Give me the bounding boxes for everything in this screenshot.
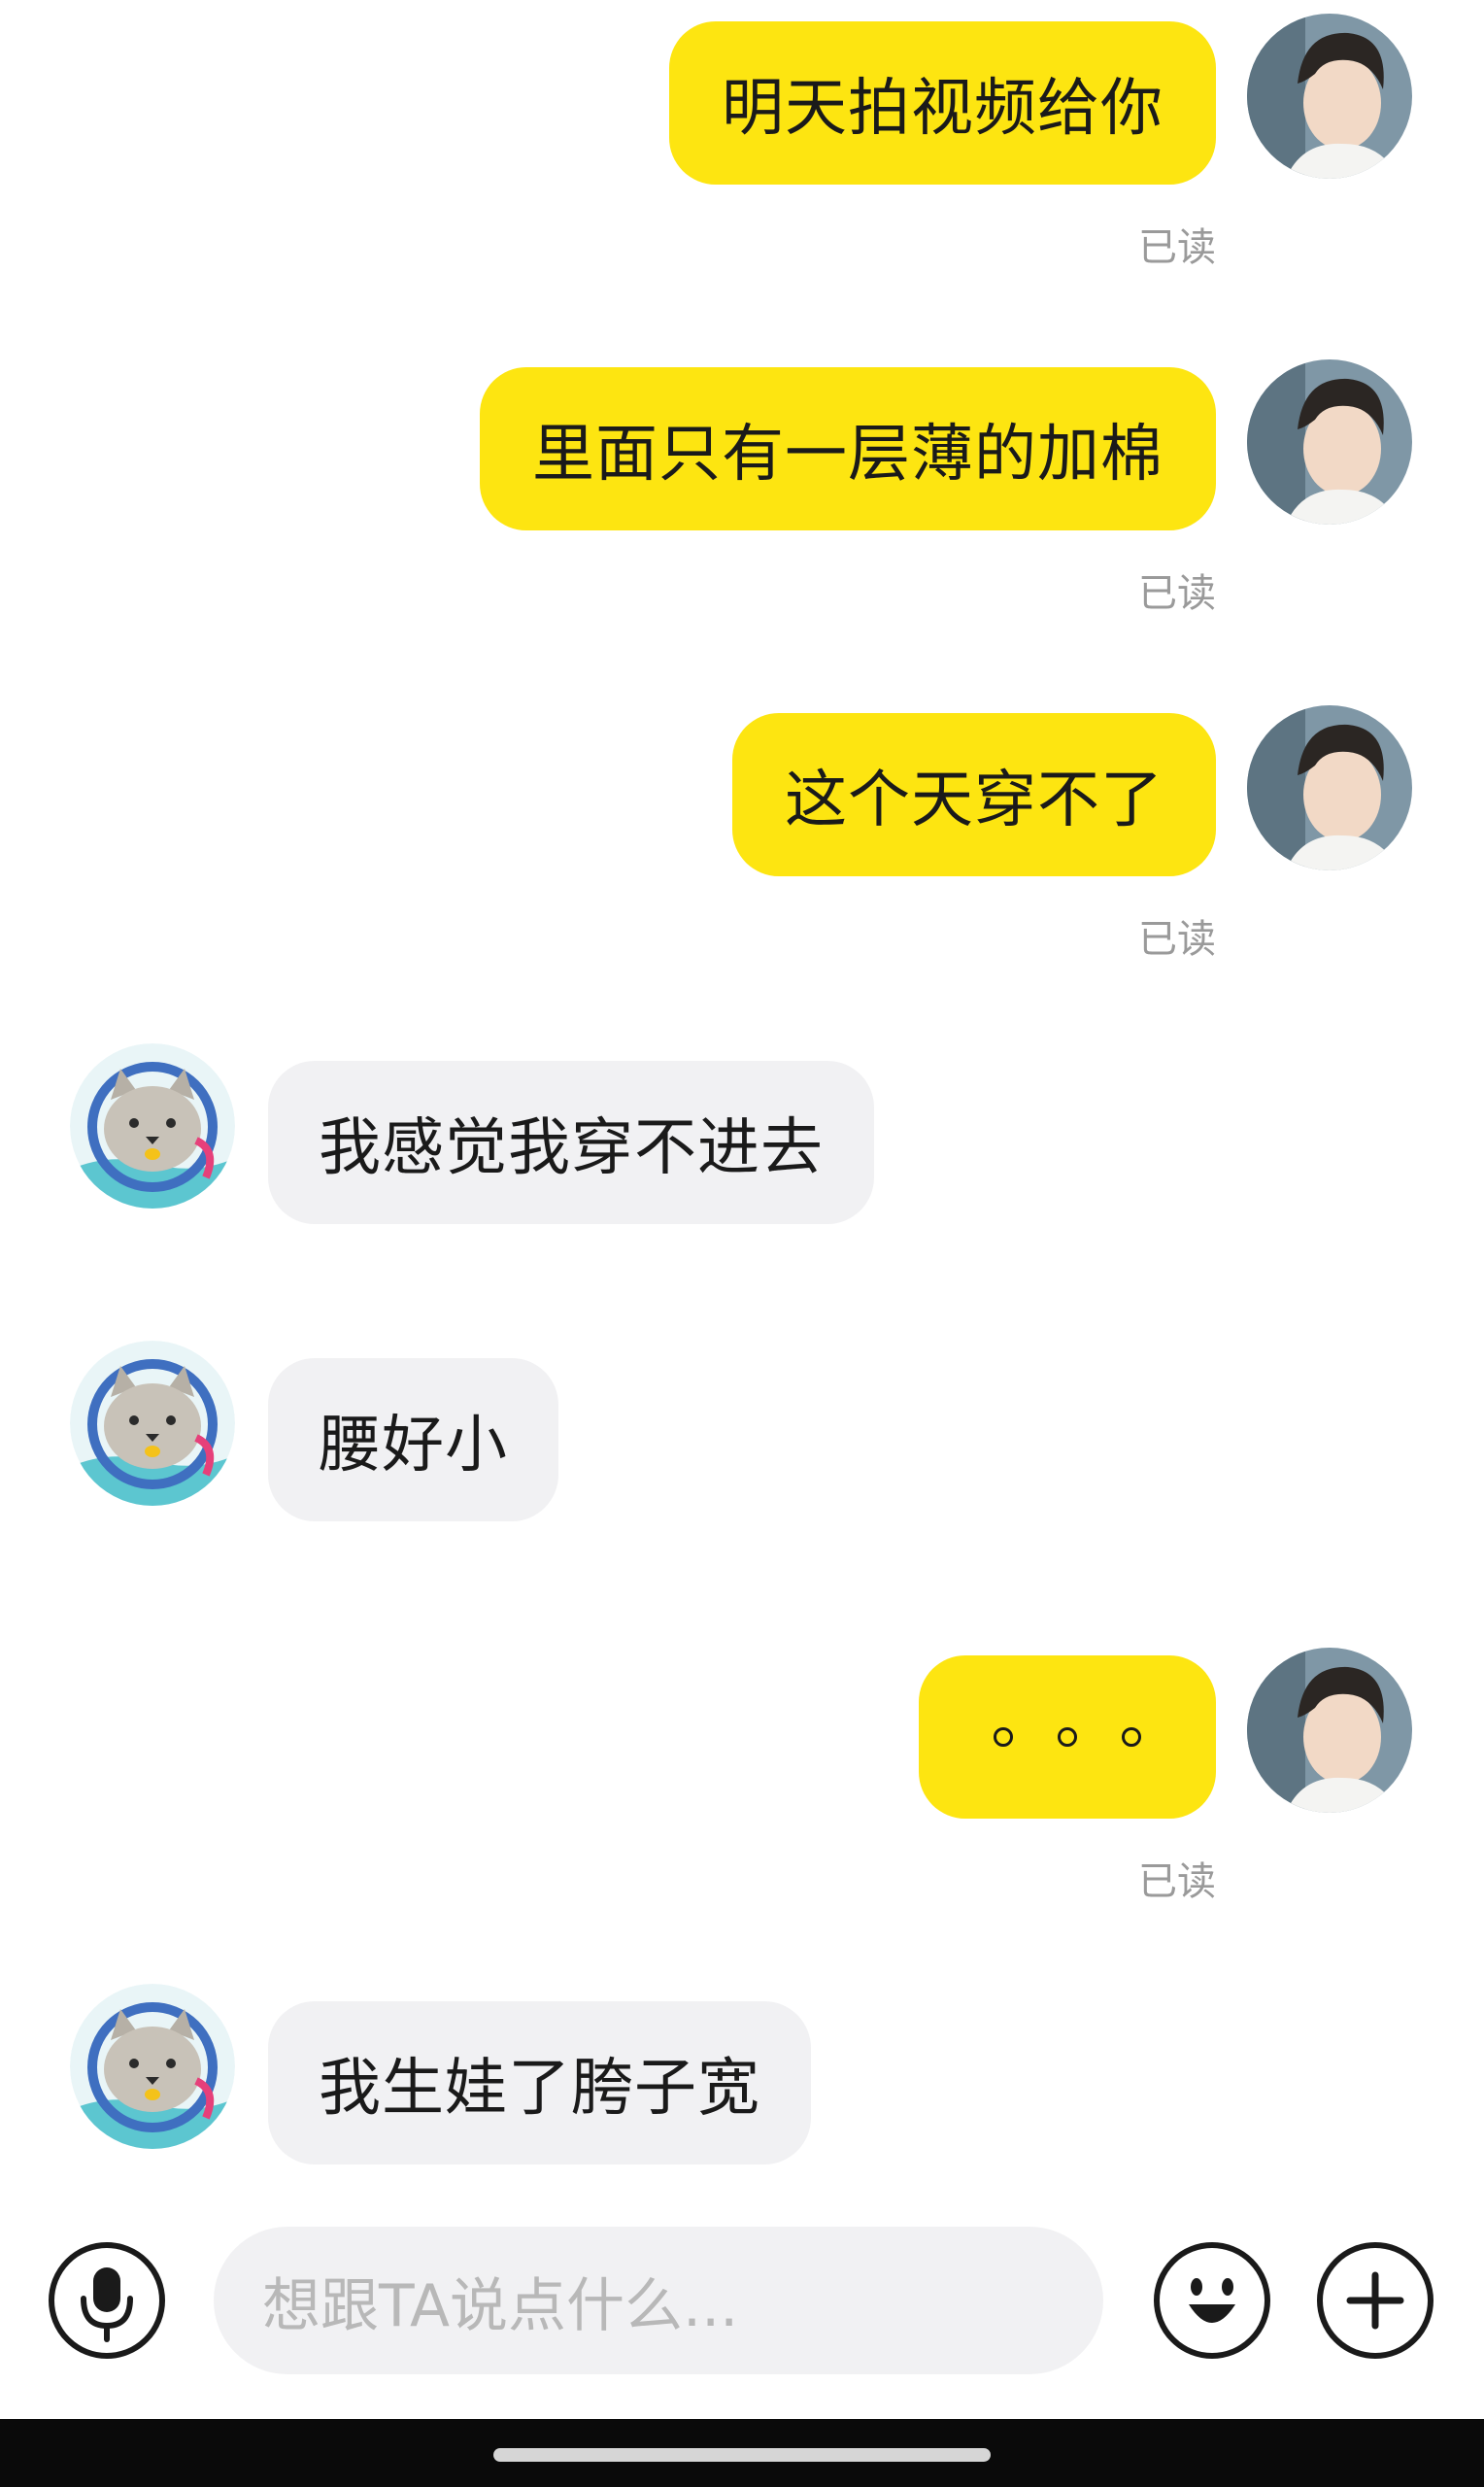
chat-input-bar: 想跟TA说点什么... [0, 2197, 1484, 2419]
message-bubble[interactable]: 我感觉我穿不进去 [268, 1061, 874, 1224]
message-text: 我感觉我穿不进去 [319, 1112, 824, 1184]
read-receipt: 已读 [1138, 1859, 1216, 1904]
cat-avatar-icon[interactable] [70, 1984, 235, 2149]
message-text: 我生娃了胯子宽 [319, 2053, 760, 2125]
read-receipt: 已读 [1138, 571, 1216, 616]
message-bubble[interactable]: 腰好小 [268, 1358, 558, 1521]
message-bubble[interactable] [919, 1655, 1216, 1819]
read-receipt: 已读 [1138, 917, 1216, 962]
message-text: 腰好小 [319, 1410, 508, 1482]
message-text: 明天拍视频给你 [722, 73, 1164, 145]
user-avatar-icon[interactable] [1247, 359, 1412, 525]
home-indicator[interactable] [493, 2448, 991, 2462]
message-text: 这个天穿不了 [785, 765, 1164, 836]
cat-avatar-icon[interactable] [70, 1043, 235, 1209]
message-input[interactable]: 想跟TA说点什么... [214, 2227, 1103, 2374]
user-avatar-icon[interactable] [1247, 1648, 1412, 1813]
dot-icon [1122, 1727, 1141, 1747]
message-bubble[interactable]: 里面只有一层薄的加棉 [480, 367, 1216, 530]
user-avatar-icon[interactable] [1247, 14, 1412, 179]
emoji-icon [1189, 2278, 1235, 2323]
voice-button[interactable] [49, 2242, 165, 2359]
dot-icon [1058, 1727, 1077, 1747]
user-avatar-icon[interactable] [1247, 705, 1412, 870]
more-button[interactable] [1317, 2242, 1433, 2359]
dot-icon [994, 1727, 1013, 1747]
message-list: 明天拍视频给你 已读 里面只有一层薄的加棉 已读 这个天穿不了 已读 我感觉我穿… [0, 0, 1484, 2196]
message-bubble[interactable]: 明天拍视频给你 [669, 21, 1216, 185]
input-placeholder: 想跟TA说点什么... [262, 2271, 739, 2340]
ellipsis-dots-icon [994, 1727, 1141, 1747]
system-navigation-bar [0, 2419, 1484, 2487]
message-bubble[interactable]: 我生娃了胯子宽 [268, 2001, 811, 2164]
read-receipt: 已读 [1138, 225, 1216, 270]
emoji-button[interactable] [1154, 2242, 1270, 2359]
plus-icon [1346, 2271, 1404, 2330]
cat-avatar-icon[interactable] [70, 1341, 235, 1506]
message-bubble[interactable]: 这个天穿不了 [732, 713, 1216, 876]
microphone-icon [81, 2267, 133, 2342]
message-text: 里面只有一层薄的加棉 [532, 419, 1164, 491]
